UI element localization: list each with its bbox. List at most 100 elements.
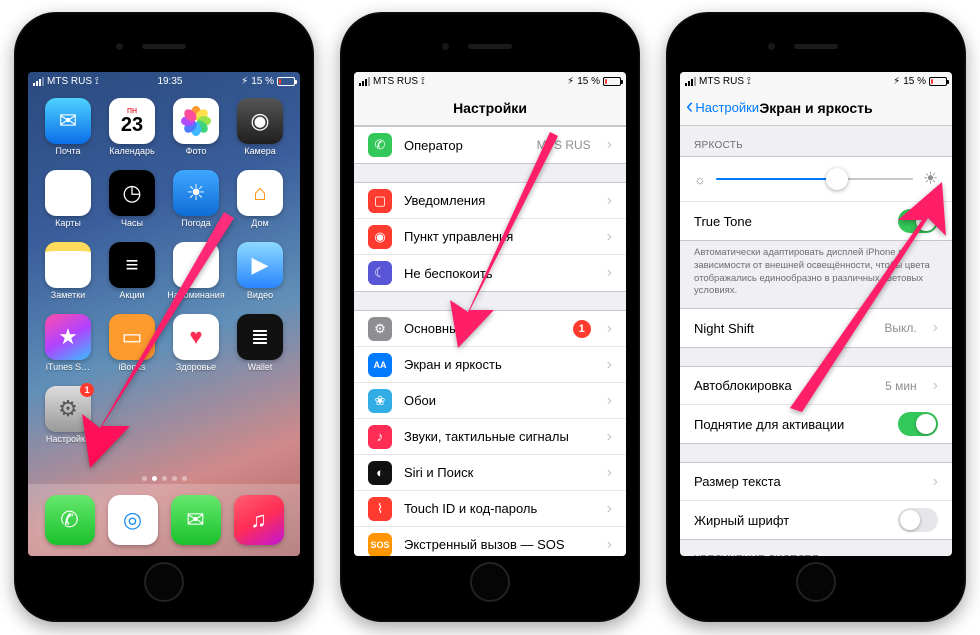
sun-large-icon: ☀ (923, 169, 938, 189)
row-обои[interactable]: ❀Обои› (354, 383, 626, 419)
app-label: Часы (121, 218, 143, 228)
battery-pct: 15 % (251, 76, 274, 87)
app-camera[interactable]: ◉ Камера (230, 98, 290, 166)
maps-icon: ➤ (45, 170, 91, 216)
weather-icon: ☀ (173, 170, 219, 216)
app-videos[interactable]: ▶ Видео (230, 242, 290, 310)
home-screen: MTS RUS⟟ 19:35 ⚡︎15 % ✉ПочтаПН23Календар… (28, 72, 300, 556)
status-bar: MTS RUS⟟ ⚡︎15 % (354, 72, 626, 90)
app-label: iTunes S… (46, 362, 90, 372)
phone-settings: MTS RUS⟟ ⚡︎15 % Настройки ✆ОператорMTS R… (340, 12, 640, 622)
app-wallet[interactable]: ≣ Wallet (230, 314, 290, 382)
status-bar: MTS RUS⟟ ⚡︎15 % (680, 72, 952, 90)
health-icon: ♥ (173, 314, 219, 360)
row-пункт-управления[interactable]: ◉Пункт управления› (354, 219, 626, 255)
row-icon: ✆ (368, 133, 392, 157)
home-button[interactable] (796, 562, 836, 602)
row-icon: AA (368, 353, 392, 377)
row-оператор[interactable]: ✆ОператорMTS RUS› (354, 127, 626, 163)
row-icon: ◉ (368, 225, 392, 249)
app-label: Камера (244, 146, 275, 156)
app-itunes[interactable]: ★iTunes S… (38, 314, 98, 382)
app-notes[interactable]: Заметки (38, 242, 98, 310)
app-label: Настройки (46, 434, 90, 444)
app-label: Дом (251, 218, 268, 228)
app-mail[interactable]: ✉Почта (38, 98, 98, 166)
chevron-right-icon: › (607, 356, 612, 374)
phone-display-brightness: MTS RUS⟟ ⚡︎15 % Настройки Экран и яркост… (666, 12, 966, 622)
app-label: Карты (55, 218, 81, 228)
notes-icon (45, 242, 91, 288)
brightness-slider[interactable] (716, 178, 913, 180)
chevron-right-icon: › (607, 428, 612, 446)
app-photos[interactable]: Фото (166, 98, 226, 166)
dock-phone[interactable]: ✆ (45, 495, 95, 545)
back-button[interactable]: Настройки (686, 100, 759, 115)
app-label: Напоминания (167, 290, 224, 300)
row-звуки-тактильные-сигналы[interactable]: ♪Звуки, тактильные сигналы› (354, 419, 626, 455)
dock-safari[interactable]: ◎ (108, 495, 158, 545)
phone-home-screen: MTS RUS⟟ 19:35 ⚡︎15 % ✉ПочтаПН23Календар… (14, 12, 314, 622)
row-icon: SOS (368, 533, 392, 557)
row-не-беспокоить[interactable]: ☾Не беспокоить› (354, 255, 626, 291)
section-zoom: УВЕЛИЧЕНИЕ ДИСПЛЕЯ (680, 540, 952, 556)
sun-small-icon: ☼ (694, 172, 706, 187)
row-night-shift[interactable]: Night Shift Выкл.› (680, 309, 952, 347)
row-siri-и-поиск[interactable]: ◐Siri и Поиск› (354, 455, 626, 491)
app-ibooks[interactable]: ▭iBooks (102, 314, 162, 382)
section-brightness: ЯРКОСТЬ (680, 126, 952, 156)
row-text-size[interactable]: Размер текста› (680, 463, 952, 501)
app-label: Wallet (248, 362, 273, 372)
home-app-icon: ⌂ (237, 170, 283, 216)
row-icon: ❀ (368, 389, 392, 413)
home-button[interactable] (144, 562, 184, 602)
dock: ✆ ◎ ✉ ♫ (28, 484, 300, 556)
clock-icon: ◷ (109, 170, 155, 216)
app-label: Видео (247, 290, 273, 300)
true-tone-toggle[interactable] (898, 209, 938, 233)
app-label: Календарь (109, 146, 154, 156)
photos-icon (173, 98, 219, 144)
app-health[interactable]: ♥ Здоровье (166, 314, 226, 382)
row-уведомления[interactable]: ▢Уведомления› (354, 183, 626, 219)
app-clock[interactable]: ◷ Часы (102, 170, 162, 238)
carrier-label: MTS RUS (47, 76, 92, 87)
app-maps[interactable]: ➤ Карты (38, 170, 98, 238)
row-экран-и-яркость[interactable]: AAЭкран и яркость› (354, 347, 626, 383)
app-label: Почта (56, 146, 81, 156)
settings-list: ✆ОператорMTS RUS› ▢Уведомления›◉Пункт упр… (354, 126, 626, 556)
camera-icon: ◉ (237, 98, 283, 144)
raise-toggle[interactable] (898, 412, 938, 436)
chevron-right-icon: › (607, 392, 612, 410)
app-home-app[interactable]: ⌂ Дом (230, 170, 290, 238)
app-label: Здоровье (176, 362, 216, 372)
display-settings-list: ЯРКОСТЬ ☼ ☀ True Tone Автоматически адап… (680, 126, 952, 556)
app-reminders[interactable]: Напоминания (166, 242, 226, 310)
calendar-icon: ПН23 (109, 98, 155, 144)
row-touch-id-и-код-пароль[interactable]: ⌇Touch ID и код-пароль› (354, 491, 626, 527)
row-icon: ◐ (368, 461, 392, 485)
app-settings[interactable]: ⚙1 Настройки (38, 386, 98, 454)
stocks-icon: ≡ (109, 242, 155, 288)
chevron-right-icon: › (607, 264, 612, 282)
page-indicator[interactable] (28, 472, 300, 484)
dock-music[interactable]: ♫ (234, 495, 284, 545)
app-weather[interactable]: ☀Погода (166, 170, 226, 238)
row-основные[interactable]: ⚙Основные1› (354, 311, 626, 347)
chevron-right-icon: › (607, 536, 612, 554)
page-title: Экран и яркость (759, 100, 872, 116)
app-calendar[interactable]: ПН23 Календарь (102, 98, 162, 166)
app-label: Акции (119, 290, 144, 300)
videos-icon: ▶ (237, 242, 283, 288)
row-экстренный-вызов-sos[interactable]: SOSЭкстренный вызов — SOS› (354, 527, 626, 556)
row-auto-lock[interactable]: Автоблокировка 5 мин› (680, 367, 952, 405)
settings-icon: ⚙1 (45, 386, 91, 432)
nav-bar: Настройки Экран и яркость (680, 90, 952, 126)
chevron-right-icon: › (607, 136, 612, 154)
app-stocks[interactable]: ≡ Акции (102, 242, 162, 310)
home-button[interactable] (470, 562, 510, 602)
dock-messages[interactable]: ✉ (171, 495, 221, 545)
page-title: Настройки (453, 100, 527, 116)
wallet-icon: ≣ (237, 314, 283, 360)
bold-toggle[interactable] (898, 508, 938, 532)
